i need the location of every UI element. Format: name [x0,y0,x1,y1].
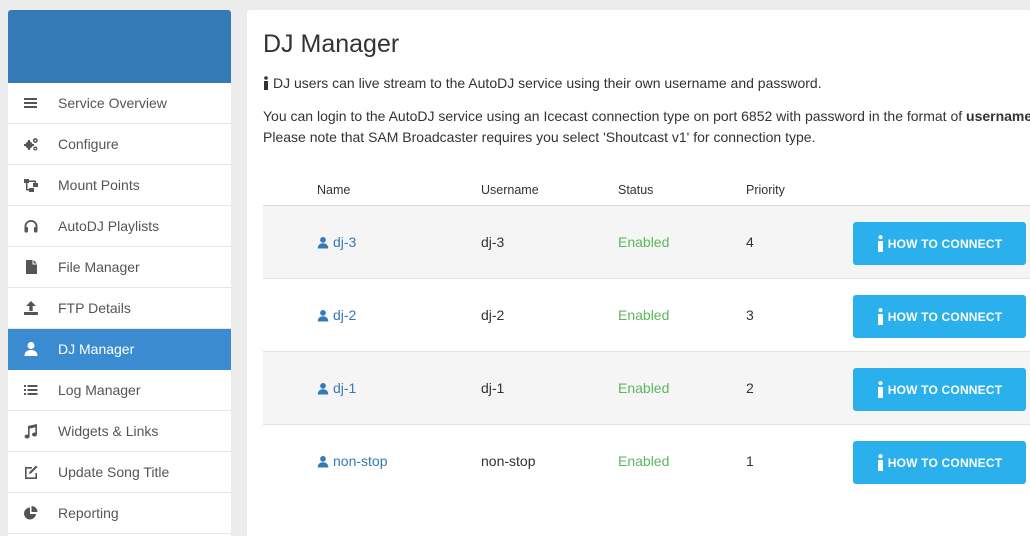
sidebar-item-label: Service Overview [58,95,167,111]
info-text: DJ users can live stream to the AutoDJ s… [263,75,822,91]
sidebar-item-reporting[interactable]: Reporting [8,493,231,534]
user-icon [317,382,329,394]
sidebar-item-file-manager[interactable]: File Manager [8,247,231,288]
dj-name: dj-1 [333,380,357,396]
user-icon [317,455,329,467]
table-row: dj-1 dj-1 Enabled 2 HOW TO CONNECT [263,352,1030,425]
info-icon [877,308,883,325]
file-icon [23,259,39,275]
info-icon [264,76,268,90]
how-to-connect-button[interactable]: HOW TO CONNECT [853,222,1026,265]
page-title: DJ Manager [263,30,400,58]
main-panel: DJ Manager DJ users can live stream to t… [247,10,1030,536]
table-header: Name Username Status Priority [263,179,1030,206]
sidebar: Service Overview Configure Mount Points … [8,10,231,536]
dj-table: Name Username Status Priority dj-3 dj-3 … [263,179,1030,498]
dj-priority: 2 [746,380,754,396]
header-status: Status [618,183,654,197]
upload-icon [23,300,39,316]
table-row: dj-2 dj-2 Enabled 3 HOW TO CONNECT [263,279,1030,352]
list-icon [23,382,39,398]
dj-name: dj-2 [333,307,357,323]
instructions-line-2: Please note that SAM Broadcaster require… [263,129,816,145]
instructions-line-1: You can login to the AutoDJ service usin… [263,108,967,124]
user-icon [317,309,329,321]
connection-instructions: You can login to the AutoDJ service usin… [263,106,1030,148]
sidebar-header [8,10,231,83]
dj-username: dj-2 [481,307,505,323]
dj-name-link[interactable]: dj-1 [317,352,356,424]
menu-bars-icon [23,95,39,111]
gears-icon [23,136,39,152]
headphones-icon [23,218,39,234]
sidebar-item-configure[interactable]: Configure [8,124,231,165]
table-row: non-stop non-stop Enabled 1 HOW TO CONNE… [263,425,1030,498]
how-to-connect-button[interactable]: HOW TO CONNECT [853,295,1026,338]
dj-username: dj-3 [481,234,505,250]
info-icon [877,454,883,471]
sidebar-item-widgets-links[interactable]: Widgets & Links [8,411,231,452]
how-to-connect-button[interactable]: HOW TO CONNECT [853,368,1026,411]
status-badge: Enabled [618,380,670,396]
sidebar-item-mount-points[interactable]: Mount Points [8,165,231,206]
header-username: Username [481,183,539,197]
header-priority: Priority [746,183,785,197]
dj-name-link[interactable]: dj-2 [317,279,356,351]
sidebar-item-label: Configure [58,136,119,152]
dj-name: non-stop [333,453,388,469]
dj-username: dj-1 [481,380,505,396]
pie-chart-icon [23,505,39,521]
sidebar-item-label: DJ Manager [58,341,135,357]
sidebar-item-dj-manager[interactable]: DJ Manager [8,329,231,370]
sitemap-icon [23,177,39,193]
table-row: dj-3 dj-3 Enabled 4 HOW TO CONNECT [263,206,1030,279]
how-to-connect-button[interactable]: HOW TO CONNECT [853,441,1026,484]
dj-name-link[interactable]: non-stop [317,425,387,497]
button-label: HOW TO CONNECT [887,455,1003,470]
sidebar-item-label: Log Manager [58,382,141,398]
info-icon [877,235,883,252]
dj-name-link[interactable]: dj-3 [317,206,356,278]
edit-icon [23,464,39,480]
dj-priority: 3 [746,307,754,323]
button-label: HOW TO CONNECT [887,236,1003,251]
dj-priority: 4 [746,234,754,250]
sidebar-item-label: Reporting [58,505,119,521]
sidebar-item-label: AutoDJ Playlists [58,218,160,234]
password-format: username:password [966,108,1030,124]
sidebar-item-label: File Manager [58,259,140,275]
status-badge: Enabled [618,307,670,323]
sidebar-item-label: FTP Details [58,300,131,316]
sidebar-item-log-manager[interactable]: Log Manager [8,370,231,411]
dj-name: dj-3 [333,234,357,250]
sidebar-item-update-song-title[interactable]: Update Song Title [8,452,231,493]
status-badge: Enabled [618,234,670,250]
info-message: DJ users can live stream to the AutoDJ s… [273,75,822,91]
sidebar-item-ftp-details[interactable]: FTP Details [8,288,231,329]
sidebar-item-label: Mount Points [58,177,140,193]
sidebar-item-label: Widgets & Links [58,423,159,439]
dj-priority: 1 [746,453,754,469]
info-icon [877,381,883,398]
user-icon [317,236,329,248]
user-icon [23,341,39,357]
button-label: HOW TO CONNECT [887,309,1003,324]
sidebar-item-label: Update Song Title [58,464,170,480]
sidebar-item-autodj-playlists[interactable]: AutoDJ Playlists [8,206,231,247]
button-label: HOW TO CONNECT [887,382,1003,397]
dj-username: non-stop [481,453,536,469]
sidebar-item-service-overview[interactable]: Service Overview [8,83,231,124]
header-name: Name [317,183,351,197]
music-note-icon [23,423,39,439]
status-badge: Enabled [618,453,670,469]
